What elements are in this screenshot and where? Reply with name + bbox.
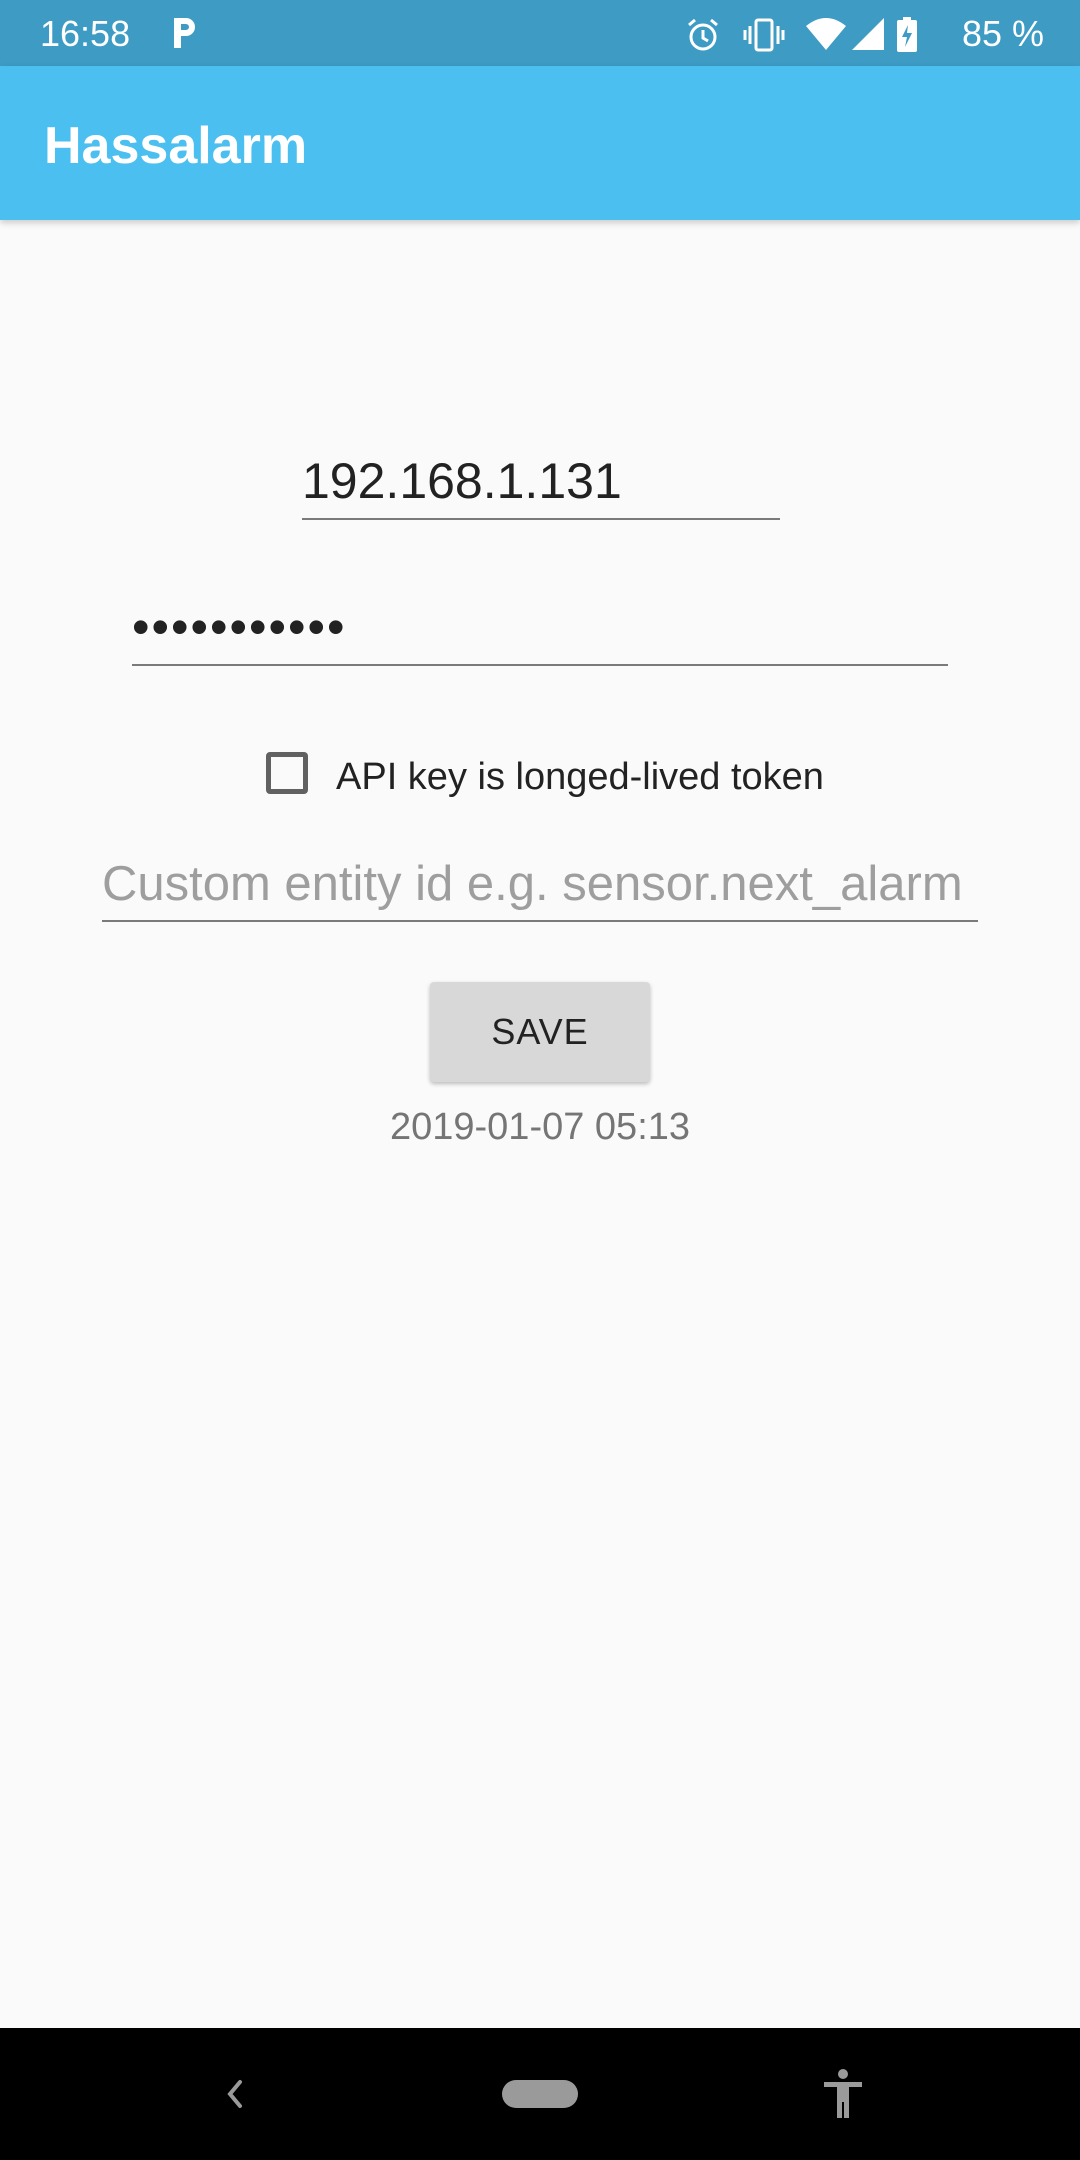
status-bar: 16:58 85 % [0, 0, 1080, 66]
long-lived-token-checkbox[interactable] [266, 752, 308, 794]
host-input[interactable] [302, 444, 780, 518]
status-icons: 85 % [684, 10, 1044, 56]
api-key-field-container [132, 590, 948, 666]
alarm-icon [688, 18, 718, 51]
home-pill-icon[interactable] [502, 2080, 578, 2108]
app-bar: Hassalarm [0, 66, 1080, 220]
checkbox-label: API key is longed-lived token [336, 756, 824, 798]
app-title: Hassalarm [44, 117, 308, 175]
host-field-container [302, 444, 780, 520]
vibrate-icon [743, 18, 785, 52]
p-app-icon [174, 18, 195, 48]
last-updated-timestamp: 2019-01-07 05:13 [389, 1106, 691, 1148]
signal-icon [852, 18, 884, 50]
entity-field-container [102, 848, 978, 922]
back-icon[interactable] [220, 2074, 250, 2114]
navigation-bar [0, 2028, 1080, 2160]
wifi-icon [806, 18, 846, 50]
api-key-input[interactable] [132, 590, 948, 664]
entity-id-input[interactable] [102, 848, 978, 920]
battery-percentage: 85 % [961, 13, 1044, 54]
accessibility-icon[interactable] [820, 2068, 866, 2120]
battery-charging-icon [897, 17, 917, 52]
status-time: 16:58 [40, 13, 131, 54]
save-button[interactable]: SAVE [430, 982, 650, 1082]
